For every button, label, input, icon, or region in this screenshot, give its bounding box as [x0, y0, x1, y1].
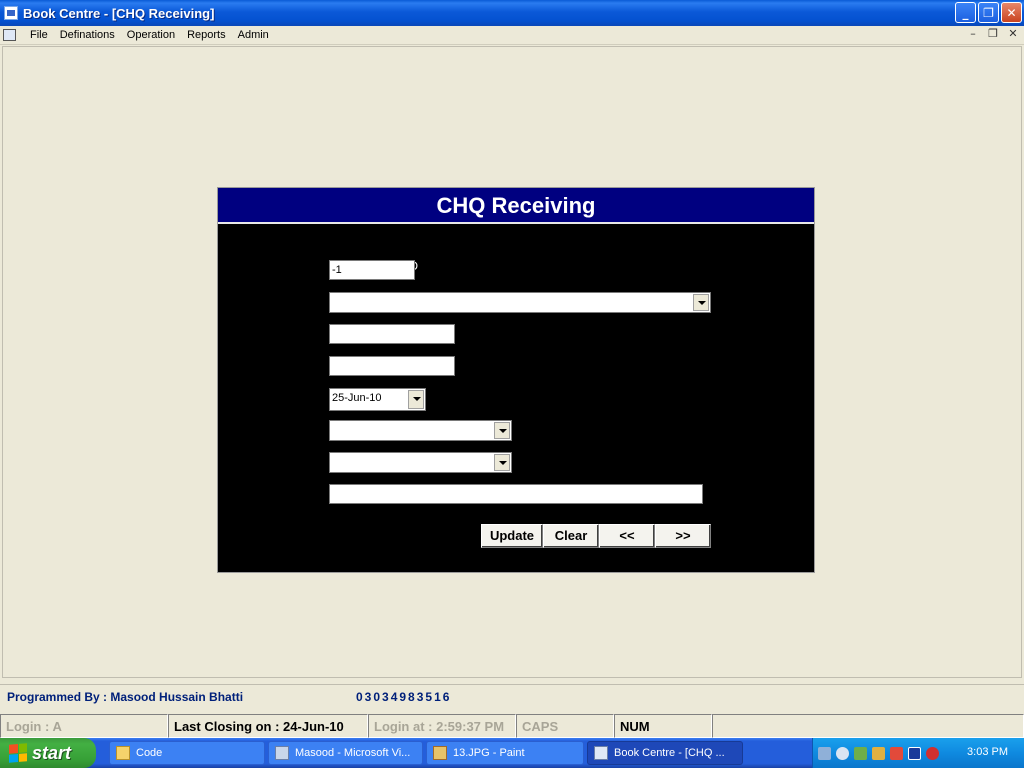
close-button[interactable]: ✕ — [1001, 2, 1022, 23]
monitor-icon[interactable] — [908, 746, 921, 760]
shield-icon[interactable] — [854, 746, 867, 760]
status-login-at: Login at : 2:59:37 PM — [368, 714, 516, 738]
chq-no-field[interactable] — [329, 356, 455, 376]
task-label: 13.JPG - Paint — [453, 747, 525, 759]
window-title: Book Centre - [CHQ Receiving] — [23, 5, 215, 21]
programmer-credit: Programmed By : Masood Hussain Bhatti — [7, 690, 244, 704]
chevron-down-icon[interactable] — [408, 390, 424, 409]
antivirus-icon[interactable] — [926, 746, 939, 760]
task-book-centre[interactable]: Book Centre - [CHQ ... — [587, 741, 743, 765]
maximize-button[interactable]: ❐ — [978, 2, 999, 23]
pencil-icon[interactable] — [872, 746, 885, 760]
status-caps: CAPS — [516, 714, 614, 738]
amount-field[interactable] — [329, 324, 455, 344]
visual-basic-icon — [275, 746, 289, 760]
chevron-down-icon[interactable] — [693, 294, 709, 311]
task-visual-basic[interactable]: Masood - Microsoft Vi... — [268, 741, 423, 765]
status-num: NUM — [614, 714, 712, 738]
menu-operation[interactable]: Operation — [121, 29, 181, 41]
clear-button[interactable]: Clear — [543, 524, 599, 548]
start-label: start — [32, 742, 72, 763]
window-title-bar[interactable]: Book Centre - [CHQ Receiving] _ ❐ ✕ — [0, 0, 1024, 26]
app-icon — [4, 6, 18, 20]
contact-number: 03034983516 — [356, 690, 452, 704]
taskbar: start Code Masood - Microsoft Vi... 13.J… — [0, 738, 1024, 768]
next-button[interactable]: >> — [655, 524, 711, 548]
windows-logo-icon — [9, 743, 27, 763]
menu-file[interactable]: File — [24, 29, 54, 41]
clock[interactable]: 3:03 PM — [967, 746, 1008, 758]
chq-receiving-form: CHQ Receiving Auto ID -1 Client Name Amo… — [217, 187, 815, 573]
status-last-closing: Last Closing on : 24-Jun-10 — [168, 714, 368, 738]
form-title: CHQ Receiving — [218, 188, 814, 224]
menu-reports[interactable]: Reports — [181, 29, 232, 41]
mdi-restore-button[interactable]: ❐ — [986, 27, 1000, 40]
window-controls: _ ❐ ✕ — [955, 2, 1022, 23]
start-button[interactable]: start — [0, 738, 96, 768]
task-label: Code — [136, 747, 163, 759]
status-empty-panel — [712, 714, 1024, 738]
remarks-field[interactable] — [329, 484, 703, 504]
minus-circle-icon[interactable] — [836, 746, 849, 760]
chevron-down-icon[interactable] — [494, 454, 510, 471]
paint-icon — [433, 746, 447, 760]
ac-no-combo[interactable] — [329, 452, 512, 473]
credits-bar: Programmed By : Masood Hussain Bhatti 03… — [0, 684, 1024, 708]
folder-icon — [116, 746, 130, 760]
bank-combo[interactable] — [329, 420, 512, 441]
menu-definations[interactable]: Definations — [54, 29, 121, 41]
chevron-down-icon[interactable] — [494, 422, 510, 439]
menu-bar: File Definations Operation Reports Admin… — [0, 26, 1024, 45]
update-button[interactable]: Update — [481, 524, 543, 548]
mdi-minimize-button[interactable]: – — [966, 27, 980, 40]
mdi-controls: – ❐ ✕ — [966, 27, 1020, 40]
task-label: Book Centre - [CHQ ... — [614, 747, 725, 759]
task-label: Masood - Microsoft Vi... — [295, 747, 411, 759]
task-paint[interactable]: 13.JPG - Paint — [426, 741, 584, 765]
network-icon[interactable] — [818, 746, 831, 760]
minimize-button[interactable]: _ — [955, 2, 976, 23]
document-icon[interactable] — [3, 29, 16, 41]
task-code[interactable]: Code — [109, 741, 265, 765]
status-login: Login : A — [0, 714, 168, 738]
auto-id-field[interactable]: -1 — [329, 260, 415, 280]
app-icon — [594, 746, 608, 760]
security-alert-icon[interactable] — [890, 746, 903, 760]
mdi-close-button[interactable]: ✕ — [1006, 27, 1020, 40]
dated-value: 25-Jun-10 — [332, 392, 382, 404]
client-name-combo[interactable] — [329, 292, 711, 313]
dated-picker[interactable]: 25-Jun-10 — [329, 388, 426, 411]
previous-button[interactable]: << — [599, 524, 655, 548]
menu-admin[interactable]: Admin — [232, 29, 275, 41]
system-tray: 3:03 PM — [812, 738, 1024, 768]
status-bar: Login : A Last Closing on : 24-Jun-10 Lo… — [0, 714, 1024, 738]
